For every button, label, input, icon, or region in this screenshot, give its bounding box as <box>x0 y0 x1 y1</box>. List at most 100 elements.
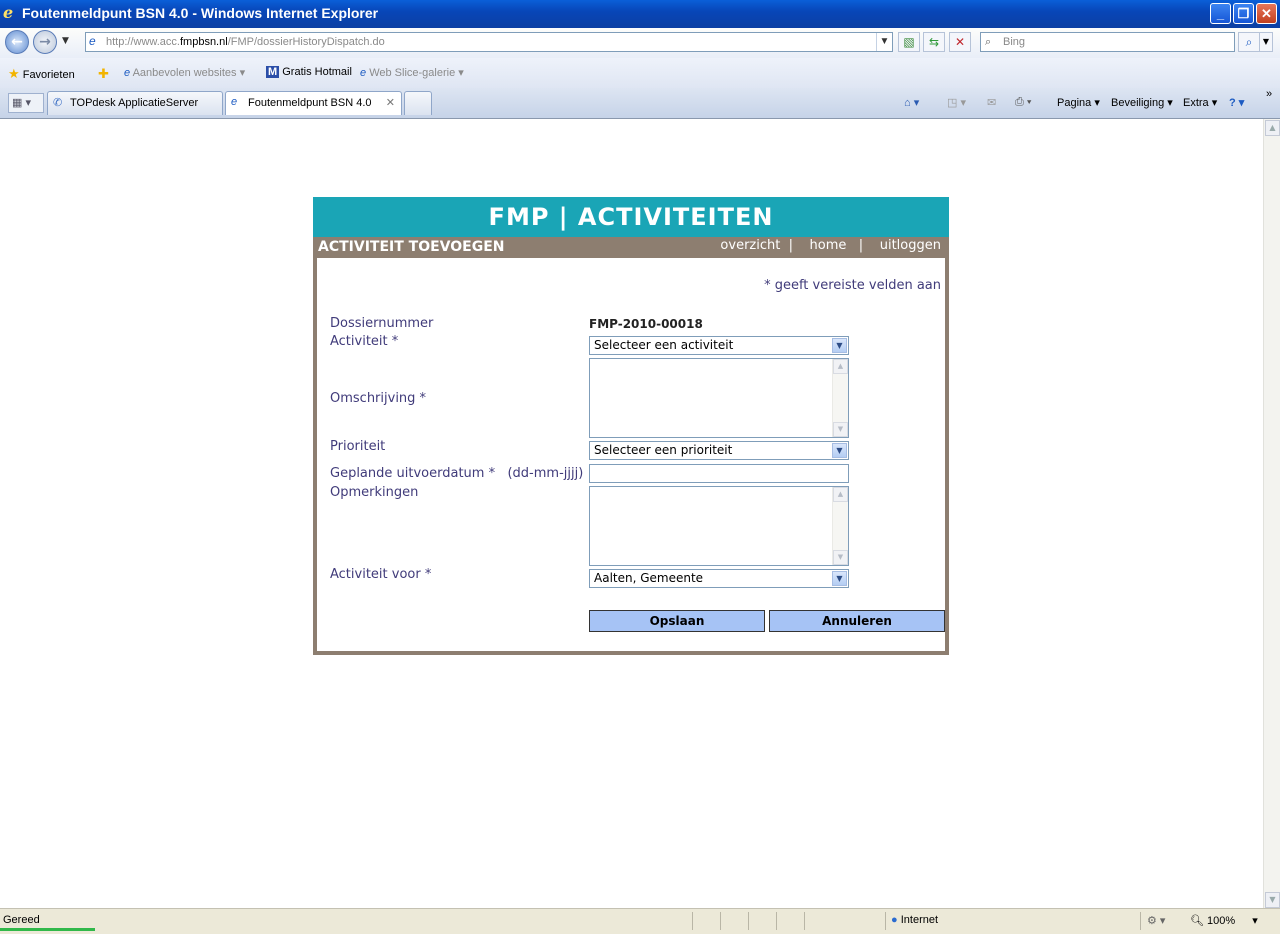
restore-button[interactable]: ❐ <box>1233 3 1254 24</box>
search-placeholder: Bing <box>1003 36 1026 48</box>
protected-mode-button[interactable]: ⚙ ▾ <box>1147 914 1165 927</box>
security-menu-label: Beveiliging <box>1111 97 1165 109</box>
minimize-button[interactable]: _ <box>1210 3 1231 24</box>
save-button[interactable]: Opslaan <box>589 610 765 632</box>
refresh-button[interactable]: ⇆ <box>923 32 945 52</box>
description-label: Omschrijving * <box>330 391 427 406</box>
description-scrollbar[interactable]: ▲ ▼ <box>832 359 848 437</box>
new-tab-button[interactable] <box>404 91 432 115</box>
nav-separator: | <box>850 238 876 253</box>
scroll-up-icon[interactable]: ▲ <box>1265 120 1280 136</box>
status-divider <box>1140 912 1141 930</box>
hotmail-label: Gratis Hotmail <box>282 66 352 78</box>
scroll-up-icon[interactable]: ▲ <box>833 487 848 502</box>
description-textarea[interactable]: ▲ ▼ <box>589 358 849 438</box>
search-input[interactable]: ⌕ Bing <box>980 32 1235 52</box>
remarks-scrollbar[interactable]: ▲ ▼ <box>832 487 848 565</box>
url-path: /FMP/dossierHistoryDispatch.do <box>227 36 385 48</box>
panel-nav: overzicht | home | uitloggen <box>720 237 941 258</box>
add-favorite-icon: ✚ <box>98 66 109 81</box>
status-text: Gereed <box>3 914 40 926</box>
zoom-button[interactable]: 🔍︎ 100% ▾ <box>1190 914 1258 927</box>
more-commands-button[interactable]: » <box>1266 88 1272 100</box>
home-icon: ⌂ ▾ <box>904 97 920 109</box>
recent-pages-dropdown[interactable]: ▼ <box>62 36 69 46</box>
planned-date-label: Geplande uitvoerdatum * (dd-mm-jjjj) <box>330 466 584 481</box>
page-icon: e <box>89 34 96 48</box>
help-button[interactable]: ? ▾ <box>1229 96 1244 109</box>
print-button[interactable]: ⎙ ▾ <box>1015 96 1031 109</box>
close-tab-icon[interactable]: ✕ <box>386 96 395 109</box>
address-bar[interactable]: e http://www.acc.fmpbsn.nl/FMP/dossierHi… <box>85 32 893 52</box>
favorites-button[interactable]: ★ Favorieten <box>8 66 75 82</box>
scroll-down-icon[interactable]: ▼ <box>833 550 848 565</box>
ie-logo-icon: e <box>3 3 14 22</box>
scroll-up-icon[interactable]: ▲ <box>833 359 848 374</box>
back-arrow-icon: ← <box>11 34 23 50</box>
activity-form: * geeft vereiste velden aan Dossiernumme… <box>317 258 945 651</box>
panel-title: FMP | ACTIVITEITEN <box>313 197 949 237</box>
extra-menu[interactable]: Extra ▾ <box>1183 96 1217 109</box>
status-divider <box>776 912 777 930</box>
activity-for-label: Activiteit voor * <box>330 567 432 582</box>
home-link[interactable]: home <box>810 238 847 253</box>
quick-tabs-button[interactable]: ▦ ▾ <box>8 93 44 113</box>
required-fields-note: * geeft vereiste velden aan <box>764 278 941 293</box>
logout-link[interactable]: uitloggen <box>880 238 941 253</box>
search-options-dropdown[interactable]: ▼ <box>1259 32 1273 52</box>
tab-topdesk[interactable]: ✆ TOPdesk ApplicatieServer <box>47 91 223 115</box>
zone-label: Internet <box>900 914 939 926</box>
priority-select[interactable]: Selecteer een prioriteit ▼ <box>589 441 849 460</box>
zoom-level: 100% <box>1207 915 1236 927</box>
security-menu[interactable]: Beveiliging ▾ <box>1111 96 1173 109</box>
page-content: FMP | ACTIVITEITEN ACTIVITEIT TOEVOEGEN … <box>0 118 1280 909</box>
forward-button[interactable]: → <box>33 30 57 54</box>
star-icon: ★ <box>8 66 20 81</box>
chevron-down-icon[interactable]: ▼ <box>832 443 847 458</box>
web-slice-gallery-link[interactable]: e Web Slice-galerie ▾ <box>360 66 464 79</box>
recommended-sites-label: Aanbevolen websites <box>132 67 237 79</box>
phone-icon: ✆ <box>53 97 63 109</box>
address-dropdown-icon[interactable]: ▼ <box>876 33 892 51</box>
tab-label: TOPdesk ApplicatieServer <box>70 97 199 109</box>
search-go-icon: ⌕ <box>1245 35 1253 49</box>
page-menu-label: Pagina <box>1057 97 1092 109</box>
address-toolbar: ← → ▼ e http://www.acc.fmpbsn.nl/FMP/dos… <box>0 28 1280 58</box>
web-slice-label: Web Slice-galerie <box>369 67 456 79</box>
dossier-value: FMP-2010-00018 <box>589 317 703 331</box>
search-go-button[interactable]: ⌕ <box>1238 32 1260 52</box>
add-favorite-button[interactable]: ✚ <box>98 66 109 82</box>
planned-date-input[interactable] <box>589 464 849 483</box>
status-bar: Gereed ● Internet ⚙ ▾ 🔍︎ 100% ▾ <box>0 908 1280 934</box>
recommended-sites-link[interactable]: e Aanbevolen websites ▾ <box>124 66 245 79</box>
page-scrollbar[interactable]: ▲ ▼ <box>1263 119 1280 909</box>
load-progress-bar <box>0 928 95 931</box>
page-menu[interactable]: Pagina ▾ <box>1057 96 1100 109</box>
overview-link[interactable]: overzicht <box>720 238 780 253</box>
zoom-icon: 🔍︎ <box>1190 915 1204 927</box>
cancel-button[interactable]: Annuleren <box>769 610 945 632</box>
activity-select[interactable]: Selecteer een activiteit ▼ <box>589 336 849 355</box>
security-zone[interactable]: ● Internet <box>891 914 938 926</box>
activity-for-select[interactable]: Aalten, Gemeente ▼ <box>589 569 849 588</box>
search-icon: ⌕ <box>985 36 992 48</box>
scroll-down-icon[interactable]: ▼ <box>833 422 848 437</box>
window-titlebar: e Foutenmeldpunt BSN 4.0 - Windows Inter… <box>0 0 1280 28</box>
chevron-down-icon[interactable]: ▼ <box>832 338 847 353</box>
home-button[interactable]: ⌂ ▾ <box>904 96 919 109</box>
scroll-down-icon[interactable]: ▼ <box>1265 892 1280 908</box>
stop-button[interactable]: ✕ <box>949 32 971 52</box>
back-button[interactable]: ← <box>5 30 29 54</box>
hotmail-link[interactable]: M Gratis Hotmail <box>266 66 352 78</box>
protected-mode-icon: ⚙ ▾ <box>1147 915 1166 927</box>
remarks-textarea[interactable]: ▲ ▼ <box>589 486 849 566</box>
feeds-button[interactable]: ◳ ▾ <box>947 96 966 109</box>
tab-foutenmeldpunt[interactable]: e Foutenmeldpunt BSN 4.0 ✕ <box>225 91 402 115</box>
status-divider <box>885 912 886 930</box>
compatibility-view-button[interactable]: ▧ <box>898 32 920 52</box>
close-window-button[interactable]: ✕ <box>1256 3 1277 24</box>
chevron-down-icon[interactable]: ▼ <box>832 571 847 586</box>
dossier-label: Dossiernummer <box>330 316 434 331</box>
read-mail-button[interactable]: ✉ <box>987 96 996 109</box>
ie-page-icon: e <box>124 67 131 79</box>
